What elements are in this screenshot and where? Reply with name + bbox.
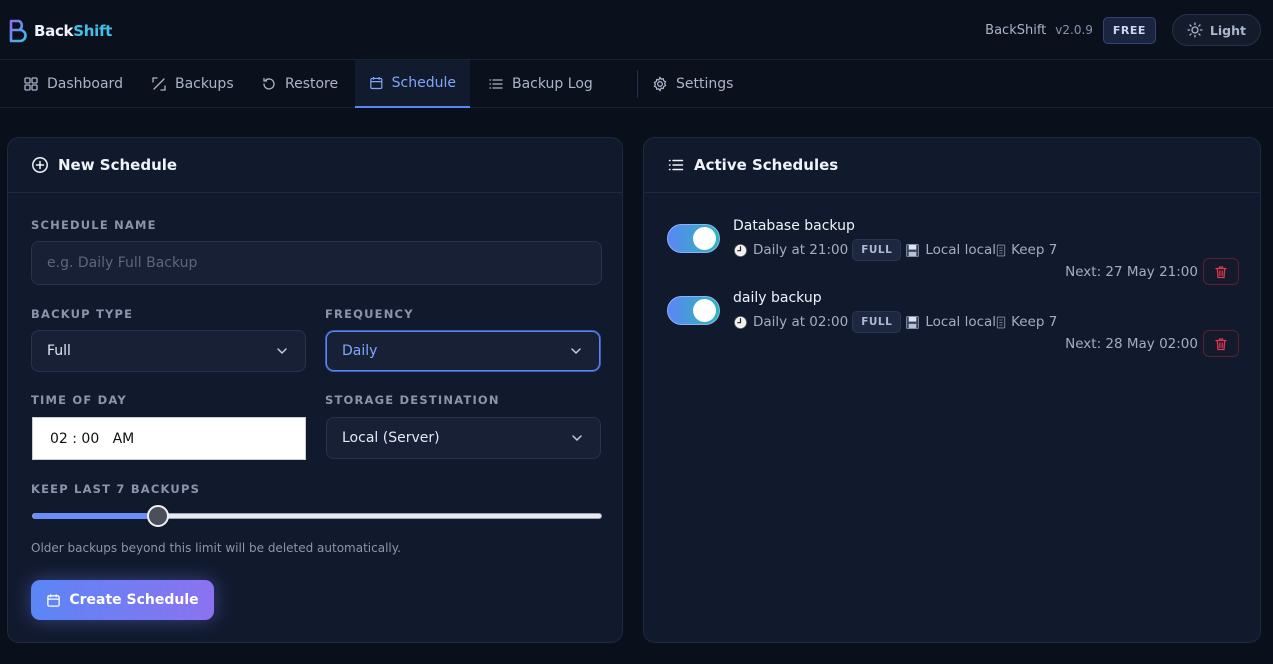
backup-type-select[interactable]: Full <box>31 330 306 372</box>
app-header: BackShift BackShift v2.0.9 FREE Light <box>0 0 1273 60</box>
schedule-type-badge: FULL <box>852 239 902 261</box>
calendar-icon <box>47 593 61 607</box>
archive-icon <box>996 316 1006 328</box>
logo-text-back: Back <box>34 22 74 40</box>
time-of-day-input[interactable]: 02 : 00 AM <box>32 417 306 460</box>
schedule-meta: Daily at 02:00 FULL Local local Keep 7 <box>733 311 1057 333</box>
tab-settings-label: Settings <box>676 76 734 92</box>
frequency-value: Daily <box>342 343 378 359</box>
app-logo[interactable]: BackShift <box>8 19 112 43</box>
new-schedule-header: New Schedule <box>8 138 622 193</box>
gear-icon <box>653 76 667 92</box>
schedule-name-label: SCHEDULE NAME <box>31 218 157 232</box>
schedule-next-run: Next: 27 May 21:00 <box>1065 264 1198 280</box>
schedule-name: Database backup <box>733 218 855 234</box>
schedule-keep: Keep 7 <box>1011 314 1058 330</box>
trash-icon <box>1215 337 1227 350</box>
delete-schedule-button[interactable] <box>1203 258 1239 285</box>
schedule-item: Database backup Daily at 21:00 FULL Loca… <box>667 218 1239 290</box>
schedule-storage: Local local <box>925 242 997 258</box>
percent-icon <box>152 77 166 91</box>
tab-backup-log-label: Backup Log <box>512 76 593 92</box>
schedule-when: Daily at 02:00 <box>753 314 849 330</box>
schedule-when: Daily at 21:00 <box>753 242 849 258</box>
theme-toggle-label: Light <box>1209 22 1246 38</box>
floppy-disk-icon <box>906 243 920 257</box>
schedule-type-badge: FULL <box>852 311 902 333</box>
tab-restore[interactable]: Restore <box>247 60 352 108</box>
app-name: BackShift <box>985 22 1047 38</box>
keep-backups-help: Older backups beyond this limit will be … <box>31 541 401 555</box>
schedule-name-input[interactable]: e.g. Daily Full Backup <box>31 241 602 285</box>
chevron-down-icon <box>571 348 581 355</box>
undo-icon <box>263 77 275 90</box>
keep-backups-slider[interactable] <box>32 505 602 527</box>
sun-icon <box>1187 22 1203 38</box>
new-schedule-panel: New Schedule SCHEDULE NAME e.g. Daily Fu… <box>7 137 623 643</box>
schedule-next-run: Next: 28 May 02:00 <box>1065 336 1198 352</box>
tab-backup-log[interactable]: Backup Log <box>474 60 607 108</box>
chevron-down-icon <box>572 435 582 442</box>
keep-backups-slider-fill <box>33 513 158 519</box>
tab-dashboard-label: Dashboard <box>47 76 123 92</box>
calendar-icon <box>370 77 383 90</box>
backup-type-value: Full <box>47 343 71 359</box>
tab-restore-label: Restore <box>285 76 339 92</box>
schedule-enable-toggle[interactable] <box>667 296 720 325</box>
tab-settings[interactable]: Settings <box>638 60 747 108</box>
create-schedule-button[interactable]: Create Schedule <box>31 580 214 620</box>
create-schedule-label: Create Schedule <box>69 592 199 608</box>
active-schedules-title: Active Schedules <box>694 156 839 174</box>
tab-dashboard[interactable]: Dashboard <box>9 60 137 108</box>
theme-toggle-button[interactable]: Light <box>1171 14 1261 46</box>
main-nav: Dashboard Backups Restore Schedule Backu… <box>0 60 1273 108</box>
active-schedules-panel: Active Schedules Database backup Daily a… <box>643 137 1261 643</box>
storage-destination-value: Local (Server) <box>342 430 440 446</box>
storage-destination-select[interactable]: Local (Server) <box>326 417 601 459</box>
frequency-select[interactable]: Daily <box>326 331 600 371</box>
schedule-meta: Daily at 21:00 FULL Local local Keep 7 <box>733 239 1057 261</box>
schedule-item: daily backup Daily at 02:00 FULL Local l… <box>667 290 1239 362</box>
logo-icon <box>9 19 27 43</box>
schedule-keep: Keep 7 <box>1011 242 1058 258</box>
list-icon <box>489 79 503 89</box>
list-icon <box>668 159 684 171</box>
active-schedules-header: Active Schedules <box>644 138 1260 193</box>
time-of-day-label: TIME OF DAY <box>31 393 127 407</box>
floppy-disk-icon <box>906 315 920 329</box>
frequency-label: FREQUENCY <box>325 307 414 321</box>
backup-type-label: BACKUP TYPE <box>31 307 134 321</box>
new-schedule-title: New Schedule <box>58 156 178 174</box>
clock-icon <box>734 243 747 257</box>
keep-backups-slider-thumb[interactable] <box>146 505 169 527</box>
logo-text-shift: Shift <box>73 22 113 40</box>
trash-icon <box>1215 265 1227 278</box>
logo-text: BackShift <box>34 22 112 40</box>
keep-backups-label: KEEP LAST 7 BACKUPS <box>31 482 201 496</box>
app-version: v2.0.9 <box>1055 23 1093 37</box>
schedule-storage: Local local <box>925 314 997 330</box>
grid-icon <box>24 77 38 91</box>
plan-badge: FREE <box>1102 16 1156 44</box>
tab-backups[interactable]: Backups <box>137 60 248 108</box>
storage-destination-label: STORAGE DESTINATION <box>325 393 500 407</box>
tab-schedule[interactable]: Schedule <box>355 60 470 108</box>
tab-schedule-label: Schedule <box>391 75 456 91</box>
tab-backups-label: Backups <box>175 76 234 92</box>
chevron-down-icon <box>277 348 287 355</box>
archive-icon <box>996 244 1006 256</box>
clock-icon <box>734 315 747 329</box>
schedule-name: daily backup <box>733 290 822 306</box>
plus-circle-icon <box>32 157 48 173</box>
delete-schedule-button[interactable] <box>1203 330 1239 357</box>
schedule-enable-toggle[interactable] <box>667 224 720 253</box>
